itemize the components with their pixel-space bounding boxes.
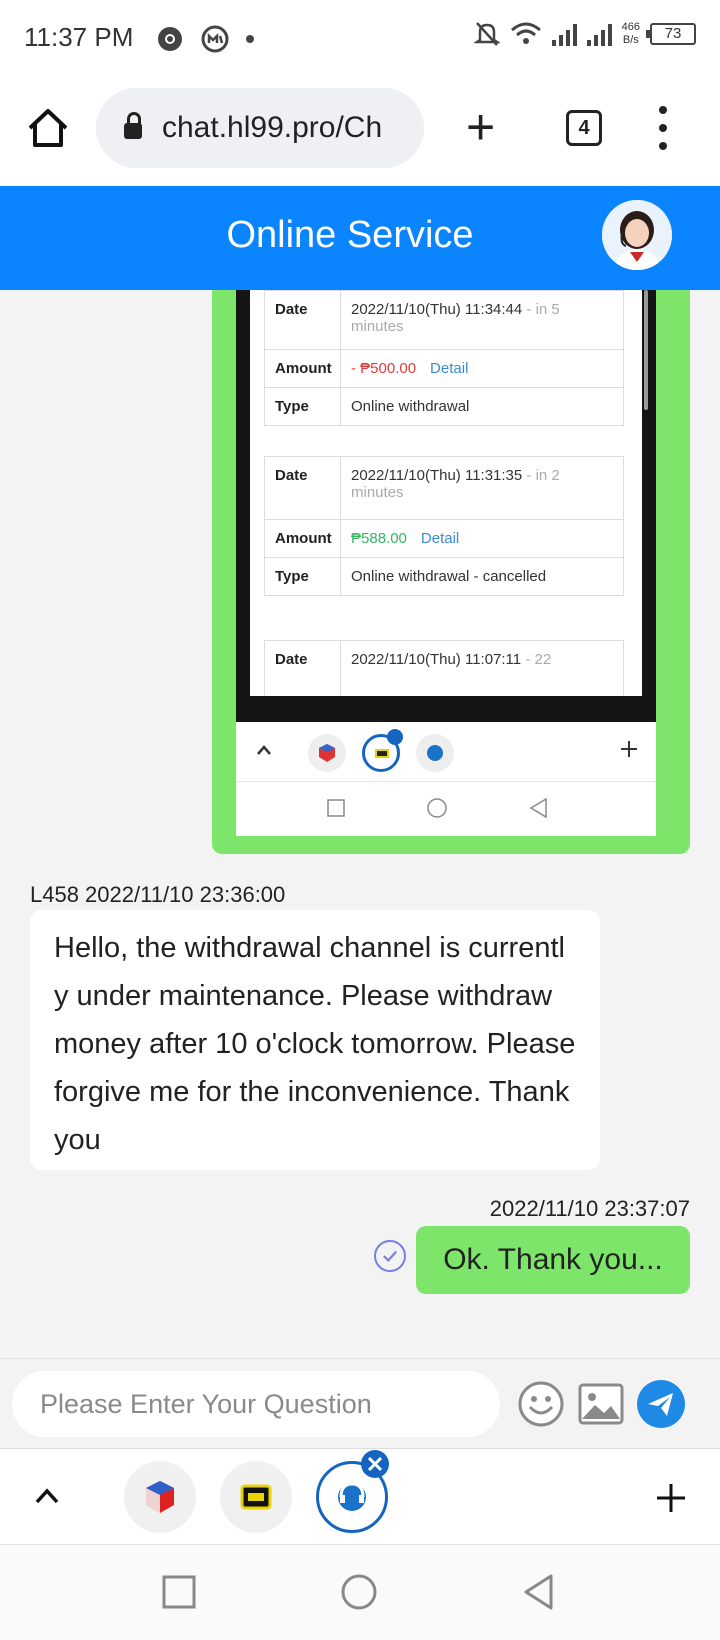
send-icon[interactable] (636, 1379, 686, 1429)
app-ticket-icon (362, 729, 403, 772)
home-icon[interactable] (24, 104, 72, 152)
record-date-label: Date (265, 291, 341, 349)
avatar[interactable] (602, 200, 672, 270)
agent-message-meta: L458 2022/11/10 23:36:00 (30, 882, 286, 907)
wifi-icon (510, 22, 541, 44)
screenshot-phone-frame: Date 2022/11/10(Thu) 11:34:44 - in 5 minu… (236, 290, 656, 722)
dot-icon (246, 35, 254, 43)
recents-icon (327, 799, 345, 817)
close-badge-icon[interactable] (360, 1449, 390, 1479)
screenshot-scrollbar (644, 290, 648, 410)
transaction-record: Date 2022/11/10(Thu) 11:07:11 - 22 (264, 640, 624, 696)
record-amount-label: Amount (265, 350, 341, 387)
app-cube-icon (308, 734, 346, 772)
app-tab-bar (0, 1448, 720, 1544)
home-circle-icon[interactable] (340, 1573, 378, 1611)
question-input[interactable] (12, 1371, 500, 1437)
composer (0, 1358, 720, 1448)
page-title: Online Service (226, 214, 474, 256)
back-icon (529, 797, 547, 819)
record-type: Online withdrawal - cancelled (351, 568, 547, 585)
support-agent-icon (416, 734, 454, 772)
url-text: chat.hl99.pro/Ch (162, 111, 383, 144)
tabs-icon[interactable]: 4 (566, 110, 602, 146)
image-message[interactable]: Date 2022/11/10(Thu) 11:34:44 - in 5 minu… (212, 290, 690, 854)
chrome-icon (158, 27, 182, 51)
screenshot-tab-bar (236, 722, 656, 782)
new-tab-plus-icon[interactable]: + (466, 102, 495, 152)
record-type-label: Type (265, 558, 341, 595)
record-type: Online withdrawal (351, 398, 470, 415)
plus-icon[interactable] (656, 1483, 686, 1513)
read-check-icon (374, 1240, 406, 1272)
mute-bell-icon (473, 22, 500, 46)
record-date: 2022/11/10(Thu) 11:07:11 (351, 651, 522, 668)
net-speed-unit: B/s (622, 34, 639, 46)
screenshot-page: Date 2022/11/10(Thu) 11:34:44 - in 5 minu… (250, 290, 642, 696)
browser-toolbar: chat.hl99.pro/Ch + 4 (0, 76, 720, 186)
more-vert-icon[interactable] (656, 106, 670, 150)
record-date-ago: - 22 (525, 651, 552, 668)
record-date: 2022/11/10(Thu) 11:34:44 (351, 301, 523, 318)
signal-icon-2 (586, 22, 612, 46)
recents-icon[interactable] (162, 1575, 196, 1609)
record-amount: - ₱500.00 (351, 360, 417, 377)
chevron-up-icon (257, 745, 271, 755)
app-ticket-icon[interactable] (220, 1461, 292, 1533)
record-amount: ₱588.00 (351, 530, 407, 547)
lock-icon (124, 112, 142, 139)
record-date-label: Date (265, 457, 341, 519)
back-icon[interactable] (522, 1573, 554, 1611)
battery-icon: 73 (646, 23, 696, 45)
home-circle-icon (427, 798, 447, 818)
app-cube-icon[interactable] (124, 1461, 196, 1533)
chat-header: Online Service (0, 186, 720, 290)
record-amount-label: Amount (265, 520, 341, 557)
circle-m-icon (201, 25, 229, 53)
chevron-up-icon[interactable] (34, 1487, 60, 1505)
agent-message-bubble: Hello, the withdrawal channel is current… (30, 910, 600, 1170)
record-date: 2022/11/10(Thu) 11:31:35 (351, 467, 523, 484)
image-icon[interactable] (576, 1379, 626, 1429)
net-speed: 466 B/s (622, 21, 640, 47)
transaction-record: Date 2022/11/10(Thu) 11:31:35 - in 2 minu… (264, 456, 624, 596)
record-detail-link: Detail (430, 360, 469, 377)
address-bar[interactable]: chat.hl99.pro/Ch (96, 88, 424, 168)
signal-icon (551, 22, 577, 46)
record-type-label: Type (265, 388, 341, 425)
net-speed-value: 466 (621, 21, 640, 33)
system-nav-bar (0, 1544, 720, 1640)
status-time: 11:37 PM (24, 22, 134, 52)
transaction-record: Date 2022/11/10(Thu) 11:34:44 - in 5 minu… (264, 290, 624, 426)
emoji-icon[interactable] (516, 1379, 566, 1429)
user-message-bubble: Ok. Thank you... (416, 1226, 690, 1294)
status-bar: 11:37 PM 466 B/s 73 (0, 0, 720, 76)
record-date-label: Date (265, 641, 341, 696)
record-detail-link: Detail (420, 530, 460, 547)
user-message-meta: 2022/11/10 23:37:07 (489, 1196, 690, 1221)
plus-icon (621, 741, 637, 757)
screenshot-system-nav (236, 782, 656, 836)
